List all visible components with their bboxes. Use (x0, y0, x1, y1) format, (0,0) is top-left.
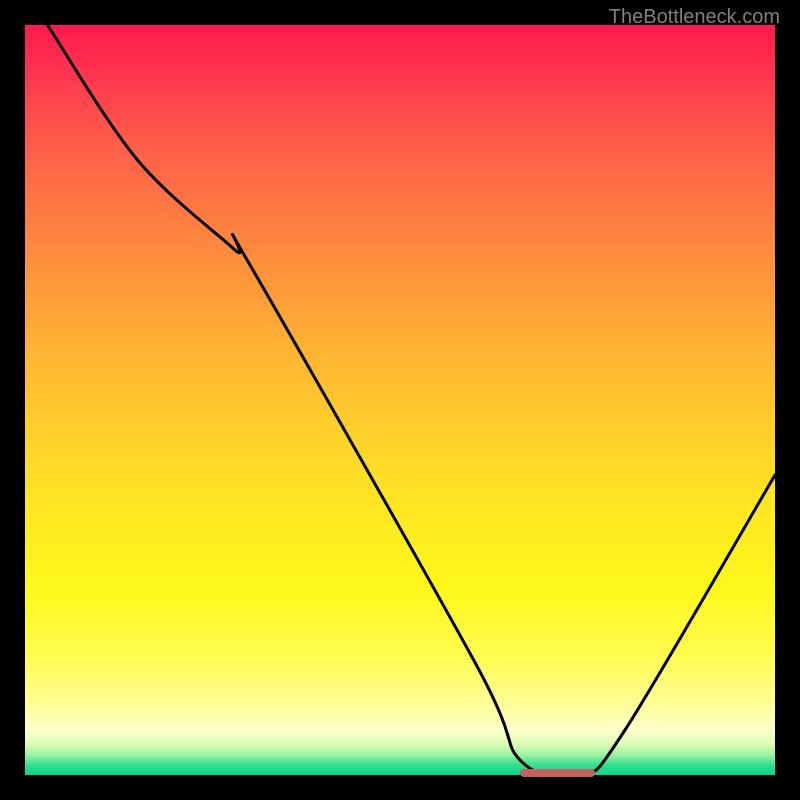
watermark-text: TheBottleneck.com (609, 6, 780, 29)
chart-gradient-background (25, 25, 775, 775)
chart-plot-area (25, 25, 775, 775)
minimum-range-marker (520, 769, 595, 777)
